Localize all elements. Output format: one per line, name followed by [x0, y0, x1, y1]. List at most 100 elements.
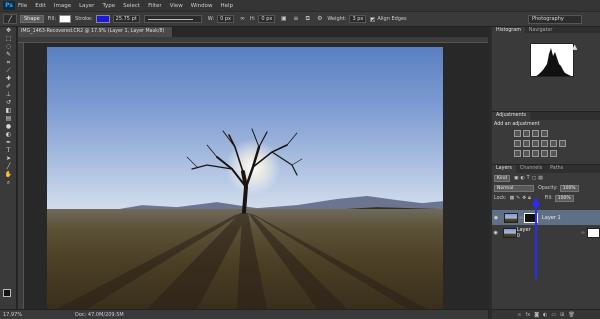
color-swatches[interactable]: [3, 289, 15, 301]
menu-type[interactable]: Type: [102, 3, 115, 9]
zoom-level[interactable]: 17.97%: [3, 312, 25, 318]
delete-layer-icon[interactable]: 🗑︎: [568, 312, 574, 318]
align-edges-checkbox[interactable]: [370, 16, 376, 22]
stroke-swatch[interactable]: [95, 15, 110, 23]
photo-filter-icon[interactable]: [550, 140, 557, 147]
blur-tool-icon[interactable]: ●: [0, 123, 17, 131]
channel-mixer-icon[interactable]: [559, 140, 566, 147]
healing-brush-tool-icon[interactable]: ✚: [0, 75, 17, 83]
path-operations-icon[interactable]: ▣: [279, 15, 288, 23]
curves-icon[interactable]: [532, 130, 539, 137]
filter-type-icon[interactable]: T: [527, 176, 530, 181]
link-icon[interactable]: ∞: [238, 15, 247, 23]
lock-pixels-icon[interactable]: ✎: [516, 196, 520, 201]
tab-paths[interactable]: Paths: [546, 165, 567, 173]
document-tab[interactable]: IMG_1463-Recovered.CR2 @ 17.9% (Layer 1,…: [18, 27, 173, 37]
selective-color-icon[interactable]: [550, 150, 557, 157]
lock-transparent-icon[interactable]: ▦: [510, 196, 515, 201]
new-layer-icon[interactable]: ⊞: [560, 312, 564, 318]
type-tool-icon[interactable]: T: [0, 147, 17, 155]
exposure-icon[interactable]: [541, 130, 548, 137]
new-adjustment-icon[interactable]: ◐: [543, 312, 547, 318]
link-layers-icon[interactable]: ∞: [517, 312, 521, 318]
menu-edit[interactable]: Edit: [35, 3, 46, 9]
menu-view[interactable]: View: [170, 3, 183, 9]
cached-data-warning-icon[interactable]: ▲: [572, 43, 577, 51]
marquee-tool-icon[interactable]: ⬚: [0, 35, 17, 43]
blend-mode-select[interactable]: Normal: [494, 184, 534, 192]
zoom-tool-icon[interactable]: ⌕: [0, 179, 17, 187]
layer-thumbnail[interactable]: [503, 227, 517, 238]
vibrance-icon[interactable]: [514, 140, 521, 147]
tab-layers[interactable]: Layers: [492, 165, 516, 173]
gradient-tool-icon[interactable]: ▤: [0, 115, 17, 123]
eraser-tool-icon[interactable]: ◧: [0, 107, 17, 115]
threshold-icon[interactable]: [532, 150, 539, 157]
black-white-icon[interactable]: [541, 140, 548, 147]
line-tool-preset-icon[interactable]: ╱: [3, 14, 17, 24]
hue-saturation-icon[interactable]: [523, 140, 530, 147]
weight-input[interactable]: 3 px: [349, 15, 367, 23]
line-tool-icon[interactable]: ╱: [0, 163, 17, 171]
quick-select-tool-icon[interactable]: ✎: [0, 51, 17, 59]
layer-row[interactable]: ◉ Layer 0 ∞: [492, 225, 600, 240]
filter-shape-icon[interactable]: ▢: [532, 176, 537, 181]
height-input[interactable]: 0 px: [258, 15, 276, 23]
lock-position-icon[interactable]: ✥: [522, 196, 526, 201]
clone-stamp-tool-icon[interactable]: ⊥: [0, 91, 17, 99]
path-selection-tool-icon[interactable]: ➤: [0, 155, 17, 163]
tab-adjustments[interactable]: Adjustments: [492, 112, 531, 120]
invert-icon[interactable]: [514, 150, 521, 157]
posterize-icon[interactable]: [523, 150, 530, 157]
menu-file[interactable]: File: [18, 3, 27, 9]
crop-tool-icon[interactable]: ⌗: [0, 59, 17, 67]
mask-link-icon[interactable]: ∞: [580, 230, 586, 236]
color-balance-icon[interactable]: [532, 140, 539, 147]
gear-icon[interactable]: ⚙: [315, 15, 324, 23]
tab-channels[interactable]: Channels: [516, 165, 546, 173]
pen-tool-icon[interactable]: ✒: [0, 139, 17, 147]
path-arrangement-icon[interactable]: ⧉: [303, 15, 312, 23]
move-tool-icon[interactable]: ✥: [0, 27, 17, 35]
layer-thumbnail[interactable]: [504, 212, 518, 223]
workspace-select[interactable]: Photography: [528, 15, 582, 24]
stroke-type-select[interactable]: [143, 15, 202, 23]
dodge-tool-icon[interactable]: ◐: [0, 131, 17, 139]
menu-window[interactable]: Window: [191, 3, 213, 9]
doc-size[interactable]: Doc: 47.0M/209.5M: [75, 312, 124, 318]
visibility-eye-icon[interactable]: ◉: [492, 230, 499, 236]
menu-help[interactable]: Help: [220, 3, 233, 9]
foreground-color-swatch[interactable]: [3, 289, 11, 297]
opacity-input[interactable]: 100%: [559, 184, 579, 192]
layer-row[interactable]: ◉ ∞ Layer 1: [492, 210, 600, 225]
menu-image[interactable]: Image: [54, 3, 71, 9]
layer-style-icon[interactable]: fx: [525, 312, 530, 318]
filter-smart-icon[interactable]: ▤: [538, 176, 543, 181]
levels-icon[interactable]: [523, 130, 530, 137]
hand-tool-icon[interactable]: ✋: [0, 171, 17, 179]
layer-kind-filter[interactable]: Kind: [494, 174, 510, 182]
layer-name[interactable]: Layer 1: [542, 215, 561, 221]
fill-swatch[interactable]: [59, 15, 72, 23]
brightness-contrast-icon[interactable]: [514, 130, 521, 137]
tool-mode-select[interactable]: Shape: [20, 15, 44, 23]
document-image[interactable]: [47, 47, 443, 309]
path-alignment-icon[interactable]: ≡: [291, 15, 300, 23]
menu-filter[interactable]: Filter: [148, 3, 162, 9]
lock-all-icon[interactable]: 🔒︎: [528, 195, 531, 201]
visibility-eye-icon[interactable]: ◉: [492, 215, 500, 221]
add-mask-icon[interactable]: ◙: [534, 312, 539, 318]
brush-tool-icon[interactable]: ✐: [0, 83, 17, 91]
lasso-tool-icon[interactable]: ◌: [0, 43, 17, 51]
width-input[interactable]: 0 px: [217, 15, 234, 23]
fill-input[interactable]: 100%: [554, 194, 574, 202]
menu-layer[interactable]: Layer: [79, 3, 94, 9]
new-group-icon[interactable]: ▭: [551, 312, 556, 318]
gradient-map-icon[interactable]: [541, 150, 548, 157]
stroke-width-input[interactable]: 25.75 pt: [112, 15, 140, 23]
history-brush-tool-icon[interactable]: ↺: [0, 99, 17, 107]
filter-pixel-icon[interactable]: ▣: [514, 176, 519, 181]
menu-select[interactable]: Select: [123, 3, 140, 9]
eyedropper-tool-icon[interactable]: ⟋: [0, 67, 17, 75]
filter-adjustment-icon[interactable]: ◐: [520, 176, 524, 181]
